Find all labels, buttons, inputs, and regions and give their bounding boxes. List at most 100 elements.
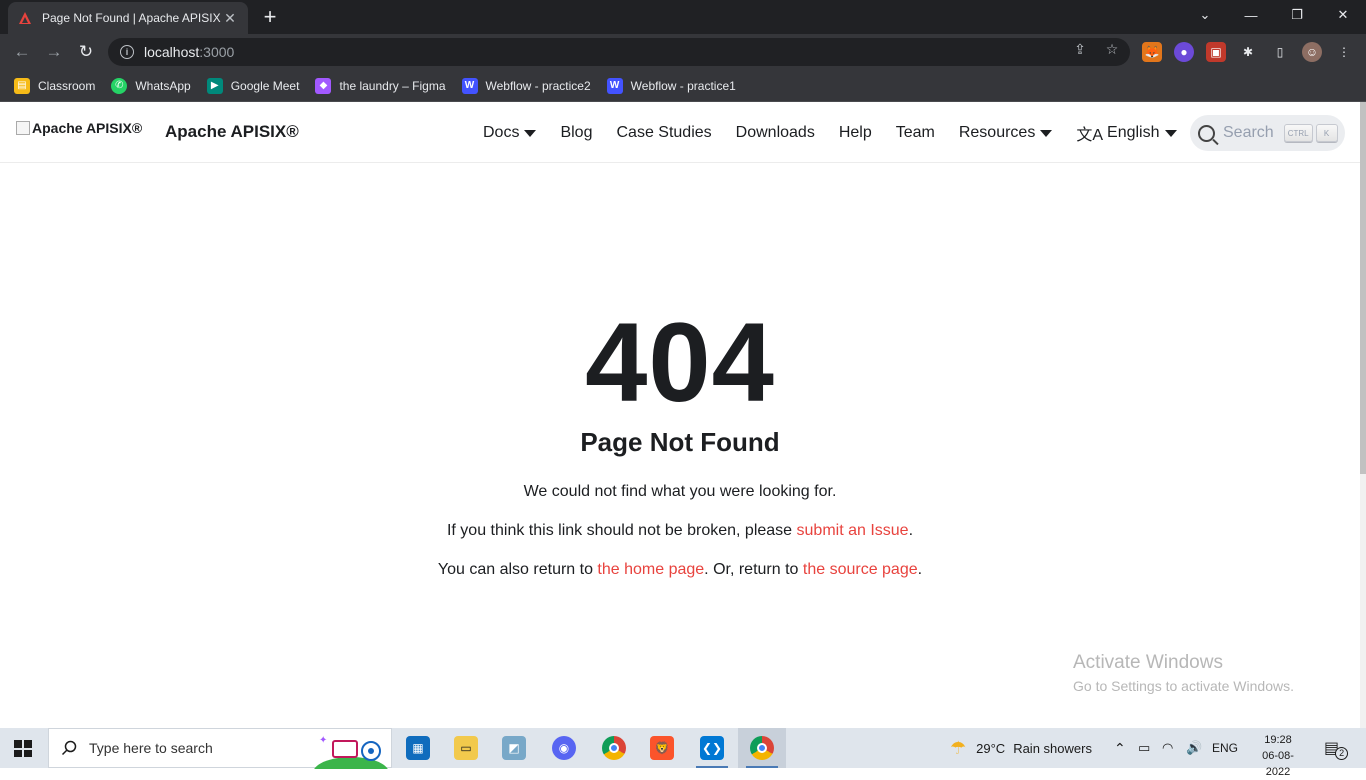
issue-message: If you think this link should not be bro… (0, 521, 1360, 541)
nav-help[interactable]: Help (839, 124, 872, 142)
clock-time: 19:28 (1264, 734, 1292, 746)
browser-tab-strip: Page Not Found | Apache APISIX ✕ + ⌄ — ❐… (0, 0, 1366, 34)
bookmark-webflow-practice2[interactable]: W Webflow - practice2 (461, 77, 591, 94)
extension-red-icon[interactable]: ▣ (1206, 42, 1226, 62)
bookmark-label: Webflow - practice2 (485, 78, 591, 93)
profile-avatar[interactable]: ☺ (1302, 42, 1322, 62)
taskbar-notes-app[interactable]: ◩ (490, 728, 538, 768)
taskbar-store-app[interactable]: ▦ (394, 728, 442, 768)
home-page-link[interactable]: the home page (597, 561, 704, 578)
notification-center-button[interactable]: ▤ 2 (1324, 728, 1349, 768)
nav-docs[interactable]: Docs (483, 124, 537, 142)
vscode-icon: ❮❯ (700, 736, 724, 760)
submit-issue-link[interactable]: submit an Issue (797, 522, 909, 539)
bookmark-webflow-practice1[interactable]: W Webflow - practice1 (606, 77, 736, 94)
side-panel-icon[interactable]: ▯ (1270, 42, 1290, 62)
bookmark-figma[interactable]: ◆ the laundry – Figma (315, 77, 446, 94)
nav-language[interactable]: 文A English (1076, 121, 1177, 145)
weather-temp: 29°C (976, 740, 1006, 756)
source-page-link[interactable]: the source page (803, 561, 918, 578)
ctrl-key: CTRL (1283, 124, 1313, 142)
nav-resources-label: Resources (958, 124, 1036, 141)
brave-icon: 🦁 (650, 736, 674, 760)
bookmarks-bar: ▤ Classroom ✆ WhatsApp ▶ Google Meet ◆ t… (0, 70, 1366, 102)
nav-team[interactable]: Team (896, 124, 935, 142)
taskbar-vscode-app[interactable]: ❮❯ (688, 728, 736, 768)
taskbar-file-explorer-app[interactable]: ▭ (442, 728, 490, 768)
restore-button[interactable]: ❐ (1274, 0, 1320, 30)
error-code: 404 (585, 300, 775, 425)
minimize-button[interactable]: — (1228, 0, 1274, 30)
taskbar-clock[interactable]: 19:28 06-08-2022 (1250, 732, 1306, 780)
caret-down-icon (1040, 129, 1053, 137)
apisix-favicon-icon (19, 12, 31, 24)
nav-blog[interactable]: Blog (560, 124, 592, 142)
site-nav-links: Docs Blog Case Studies Downloads Help Te… (483, 121, 1201, 145)
taskbar-discord-app[interactable]: ◉ (540, 728, 588, 768)
show-hidden-icons-chevron-icon[interactable]: ⌃ (1114, 728, 1126, 768)
browser-tab[interactable]: Page Not Found | Apache APISIX ✕ (8, 2, 248, 34)
metamask-extension-icon[interactable]: 🦊 (1142, 42, 1162, 62)
taskbar-chrome-app[interactable] (590, 728, 638, 768)
tab-close-icon[interactable]: ✕ (222, 10, 238, 27)
input-language[interactable]: ENG (1212, 728, 1238, 768)
battery-icon[interactable]: ▭ (1138, 728, 1150, 768)
site-logo[interactable]: Apache APISIX® (16, 120, 142, 136)
site-navbar: Apache APISIX® Apache APISIX® Docs Blog … (0, 102, 1360, 163)
docsearch-button[interactable]: Search CTRL K (1190, 115, 1345, 151)
return-message-text: You can also return to (437, 561, 598, 578)
address-bar[interactable]: i localhost:3000 (108, 38, 1130, 66)
search-highlight-illustration-icon: ✦ (314, 735, 388, 769)
page-scrollbar[interactable] (1360, 102, 1366, 728)
bookmark-label: Google Meet (230, 78, 300, 93)
close-window-button[interactable]: ✕ (1320, 0, 1366, 30)
tab-title: Page Not Found | Apache APISIX (42, 11, 221, 25)
reload-button[interactable]: ↻ (74, 40, 98, 64)
bookmark-label: Webflow - practice1 (630, 78, 736, 93)
bookmark-star-icon[interactable]: ☆ (1102, 41, 1122, 58)
whatsapp-icon: ✆ (111, 77, 128, 94)
chrome-menu-icon[interactable]: ⋮ (1334, 42, 1354, 62)
caret-down-icon (1164, 129, 1177, 137)
new-tab-button[interactable]: + (258, 5, 282, 29)
tab-search-chevron-icon[interactable]: ⌄ (1182, 0, 1228, 30)
google-meet-icon: ▶ (206, 77, 223, 94)
share-icon[interactable]: ⇪ (1070, 41, 1090, 58)
web-page: Apache APISIX® Apache APISIX® Docs Blog … (0, 102, 1366, 728)
bookmark-classroom[interactable]: ▤ Classroom (14, 77, 96, 94)
nav-case-studies[interactable]: Case Studies (616, 124, 711, 142)
bookmark-whatsapp[interactable]: ✆ WhatsApp (111, 77, 191, 94)
site-info-icon[interactable]: i (120, 45, 134, 59)
windows-start-icon[interactable] (14, 740, 32, 757)
file-explorer-icon: ▭ (454, 736, 478, 760)
rain-showers-icon: ☂ (950, 737, 967, 758)
translate-icon: 文A (1076, 127, 1104, 144)
scrollbar-thumb[interactable] (1360, 102, 1366, 474)
extension-purple-icon[interactable]: ● (1174, 42, 1194, 62)
logo-alt-text: Apache APISIX® (32, 120, 143, 136)
taskbar-search-box[interactable]: Type here to search ✦ (48, 728, 392, 769)
taskbar-chrome-active-app[interactable] (738, 728, 786, 768)
nav-downloads[interactable]: Downloads (736, 124, 815, 142)
wifi-icon[interactable]: ◠ (1162, 728, 1173, 768)
volume-icon[interactable]: 🔊 (1186, 728, 1202, 768)
return-message-mid: . Or, return to (704, 561, 803, 578)
weather-desc: Rain showers (1013, 740, 1092, 756)
microsoft-store-icon: ▦ (406, 736, 430, 760)
back-button[interactable]: ← (10, 40, 34, 64)
clock-date: 06-08-2022 (1262, 750, 1294, 778)
return-message-end: . (917, 561, 923, 578)
issue-message-text: If you think this link should not be bro… (446, 522, 797, 539)
weather-widget[interactable]: ☂ 29°C Rain showers (950, 728, 1092, 768)
bookmark-google-meet[interactable]: ▶ Google Meet (206, 77, 300, 94)
svg-text:✦: ✦ (319, 735, 327, 746)
nav-resources[interactable]: Resources (958, 124, 1053, 142)
page-title: Page Not Found (580, 427, 780, 457)
forward-button[interactable]: → (42, 40, 66, 64)
extensions-puzzle-icon[interactable]: ✱ (1238, 42, 1258, 62)
site-brand-title[interactable]: Apache APISIX® (165, 122, 299, 142)
bookmark-label: Classroom (38, 78, 96, 93)
taskbar-brave-app[interactable]: 🦁 (638, 728, 686, 768)
webflow-icon: W (606, 77, 623, 94)
nav-docs-label: Docs (483, 124, 520, 141)
